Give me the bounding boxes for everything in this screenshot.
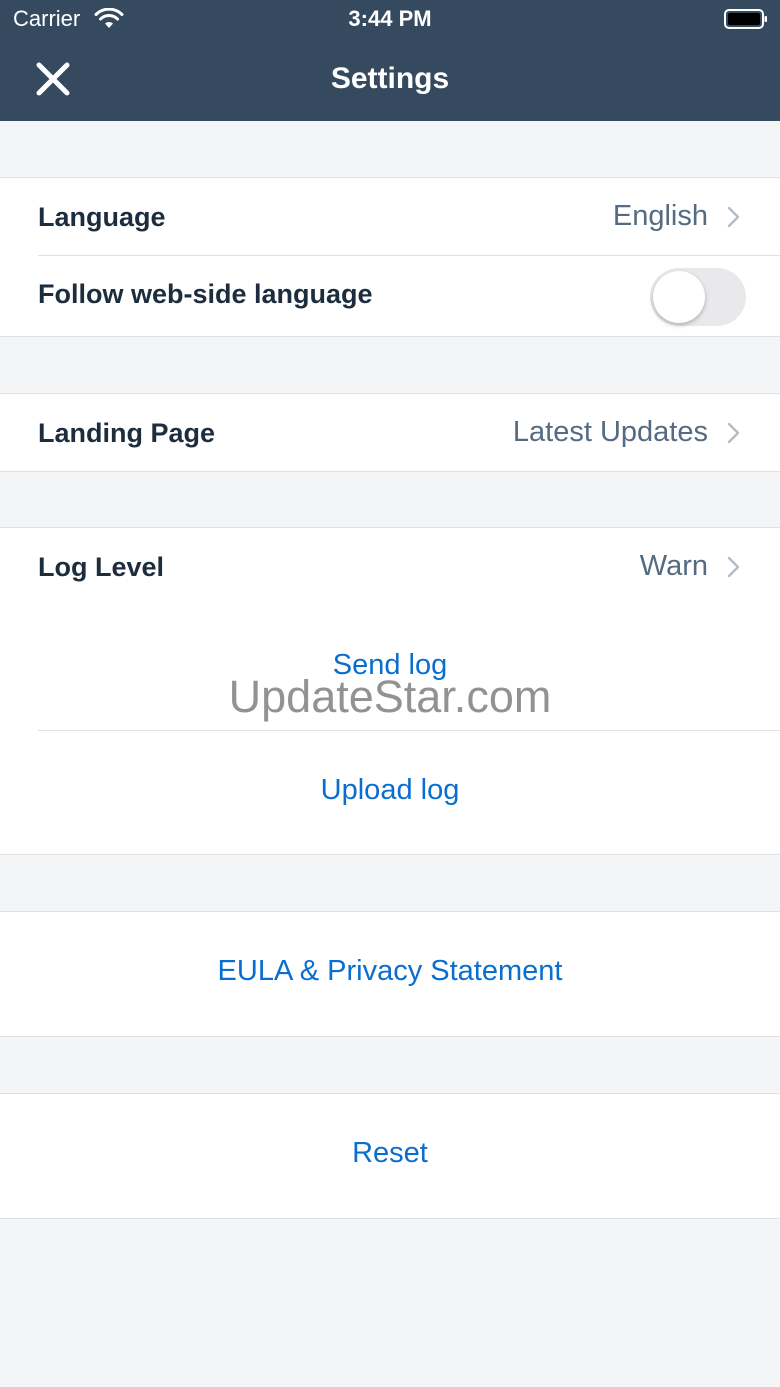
page-title: Settings: [330, 62, 450, 95]
close-icon[interactable]: [30, 56, 76, 102]
nav-bar: Settings: [0, 40, 780, 121]
send-log-button[interactable]: Send log: [0, 649, 780, 682]
landing-page-group: Landing Page Latest Updates: [0, 393, 780, 472]
eula-row: EULA & Privacy Statement: [0, 912, 780, 1036]
reset-group: Reset: [0, 1093, 780, 1219]
upload-log-button[interactable]: Upload log: [0, 774, 780, 807]
send-log-row: Send log: [0, 605, 780, 730]
reset-button[interactable]: Reset: [0, 1137, 780, 1170]
chevron-right-icon: [727, 206, 740, 228]
chevron-right-icon: [727, 556, 740, 578]
chevron-right-icon: [727, 422, 740, 444]
log-level-value: Warn: [639, 550, 708, 582]
landing-page-label: Landing Page: [38, 418, 216, 448]
settings-screen: Carrier 3:44 PM Settings Language Englis: [0, 0, 780, 1387]
follow-language-label: Follow web-side language: [38, 279, 373, 309]
landing-page-row[interactable]: Landing Page Latest Updates: [0, 394, 780, 471]
header: Carrier 3:44 PM Settings: [0, 0, 780, 121]
status-bar: Carrier 3:44 PM: [0, 0, 780, 40]
reset-row: Reset: [0, 1094, 780, 1218]
follow-language-toggle[interactable]: [650, 268, 746, 326]
language-row[interactable]: Language English: [0, 178, 780, 255]
follow-language-row: Follow web-side language: [0, 255, 780, 336]
eula-privacy-link[interactable]: EULA & Privacy Statement: [0, 955, 780, 988]
language-group: Language English Follow web-side languag…: [0, 177, 780, 337]
language-label: Language: [38, 202, 166, 232]
toggle-knob: [653, 271, 705, 323]
log-level-row[interactable]: Log Level Warn: [0, 528, 780, 605]
log-group: Log Level Warn Send log Upload log: [0, 527, 780, 855]
language-value: English: [612, 200, 708, 232]
battery-icon: [724, 9, 767, 29]
eula-group: EULA & Privacy Statement: [0, 911, 780, 1037]
log-level-label: Log Level: [38, 552, 165, 582]
clock: 3:44 PM: [348, 6, 432, 31]
upload-log-row: Upload log: [0, 730, 780, 854]
landing-page-value: Latest Updates: [512, 416, 708, 448]
